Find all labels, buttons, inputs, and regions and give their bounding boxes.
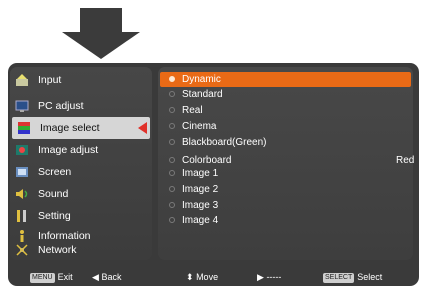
back-label: Back <box>101 272 122 282</box>
setting-icon <box>17 210 26 222</box>
menu-item-label: Setting <box>38 210 71 222</box>
radio-icon <box>169 139 175 145</box>
radio-selected-icon <box>169 76 175 82</box>
menu-item-label: Image adjust <box>38 144 99 156</box>
option-label: Cinema <box>182 121 217 132</box>
menu-item-network[interactable]: Network <box>10 242 152 258</box>
menu-item-label: Screen <box>38 166 72 178</box>
option-image-3[interactable]: Image 3 <box>160 198 411 213</box>
option-image-4[interactable]: Image 4 <box>160 213 411 228</box>
menu-item-setting[interactable]: Setting <box>10 205 152 227</box>
image-select-options-panel: Dynamic Standard Real Cinema Blackboard(… <box>158 67 414 260</box>
option-label: Image 1 <box>182 168 219 179</box>
back-hint: ◀ Back <box>92 271 121 283</box>
radio-icon <box>169 202 175 208</box>
option-label: Image 4 <box>182 215 219 226</box>
option-label: Image 3 <box>182 200 219 211</box>
network-icon <box>16 244 28 256</box>
menu-item-label: PC adjust <box>38 100 84 112</box>
main-menu-panel: Input PC adjust Image select Image adjus… <box>10 67 152 260</box>
exit-label: Exit <box>57 272 73 282</box>
option-image-2[interactable]: Image 2 <box>160 182 411 197</box>
menu-item-label: Network <box>38 244 77 256</box>
radio-icon <box>169 186 175 192</box>
select-key-icon: SELECT <box>323 273 355 283</box>
menu-item-label: Input <box>38 74 62 86</box>
left-triangle-icon: ◀ <box>92 272 99 282</box>
move-hint: ⬍ Move <box>186 271 218 283</box>
radio-icon <box>169 217 175 223</box>
option-blackboard-green[interactable]: Blackboard(Green) <box>160 135 411 150</box>
radio-icon <box>169 170 175 176</box>
option-label: Blackboard(Green) <box>182 137 267 148</box>
key-guide-bar: MENU Exit ◀ Back ⬍ Move ▶ ----- SELECT Sel… <box>10 268 415 286</box>
selected-arrow-icon <box>138 122 147 134</box>
screen-icon <box>16 167 28 177</box>
menu-item-label: Image select <box>40 122 100 134</box>
select-label: Select <box>357 272 383 282</box>
exit-hint: MENU Exit <box>30 271 73 283</box>
option-label: Image 2 <box>182 184 219 195</box>
option-real[interactable]: Real <box>160 103 411 118</box>
option-label: Real <box>182 105 203 116</box>
option-cinema[interactable]: Cinema <box>160 119 411 134</box>
menu-item-image-select[interactable]: Image select <box>12 117 150 139</box>
radio-icon <box>169 123 175 129</box>
up-down-arrow-icon: ⬍ <box>186 272 194 282</box>
image-select-icon <box>18 122 30 134</box>
next-hint: ▶ ----- <box>257 271 281 283</box>
option-image-1[interactable]: Image 1 <box>160 166 411 181</box>
down-arrow-icon <box>62 8 140 59</box>
option-dynamic[interactable]: Dynamic <box>160 72 411 87</box>
menu-item-sound[interactable]: Sound <box>10 183 152 205</box>
sound-icon <box>16 189 28 199</box>
menu-item-information[interactable]: Information <box>10 227 152 243</box>
input-icon <box>16 74 28 86</box>
radio-icon <box>169 157 175 163</box>
image-adjust-icon <box>16 145 28 155</box>
menu-item-label: Information <box>38 230 91 242</box>
menu-key-icon: MENU <box>30 273 55 283</box>
option-label: Standard <box>182 89 223 100</box>
information-icon <box>20 230 24 242</box>
monitor-icon <box>15 100 29 112</box>
right-triangle-icon: ▶ <box>257 272 264 282</box>
menu-item-label: Sound <box>38 188 69 200</box>
radio-icon <box>169 107 175 113</box>
select-hint: SELECT Select <box>323 271 382 283</box>
option-standard[interactable]: Standard <box>160 87 411 102</box>
menu-item-input[interactable]: Input <box>10 69 152 91</box>
menu-item-pc-adjust[interactable]: PC adjust <box>10 95 152 117</box>
menu-item-image-adjust[interactable]: Image adjust <box>10 139 152 161</box>
menu-item-screen[interactable]: Screen <box>10 161 152 183</box>
next-label: ----- <box>266 272 282 282</box>
radio-icon <box>169 91 175 97</box>
option-label: Dynamic <box>182 74 221 85</box>
move-label: Move <box>196 272 219 282</box>
